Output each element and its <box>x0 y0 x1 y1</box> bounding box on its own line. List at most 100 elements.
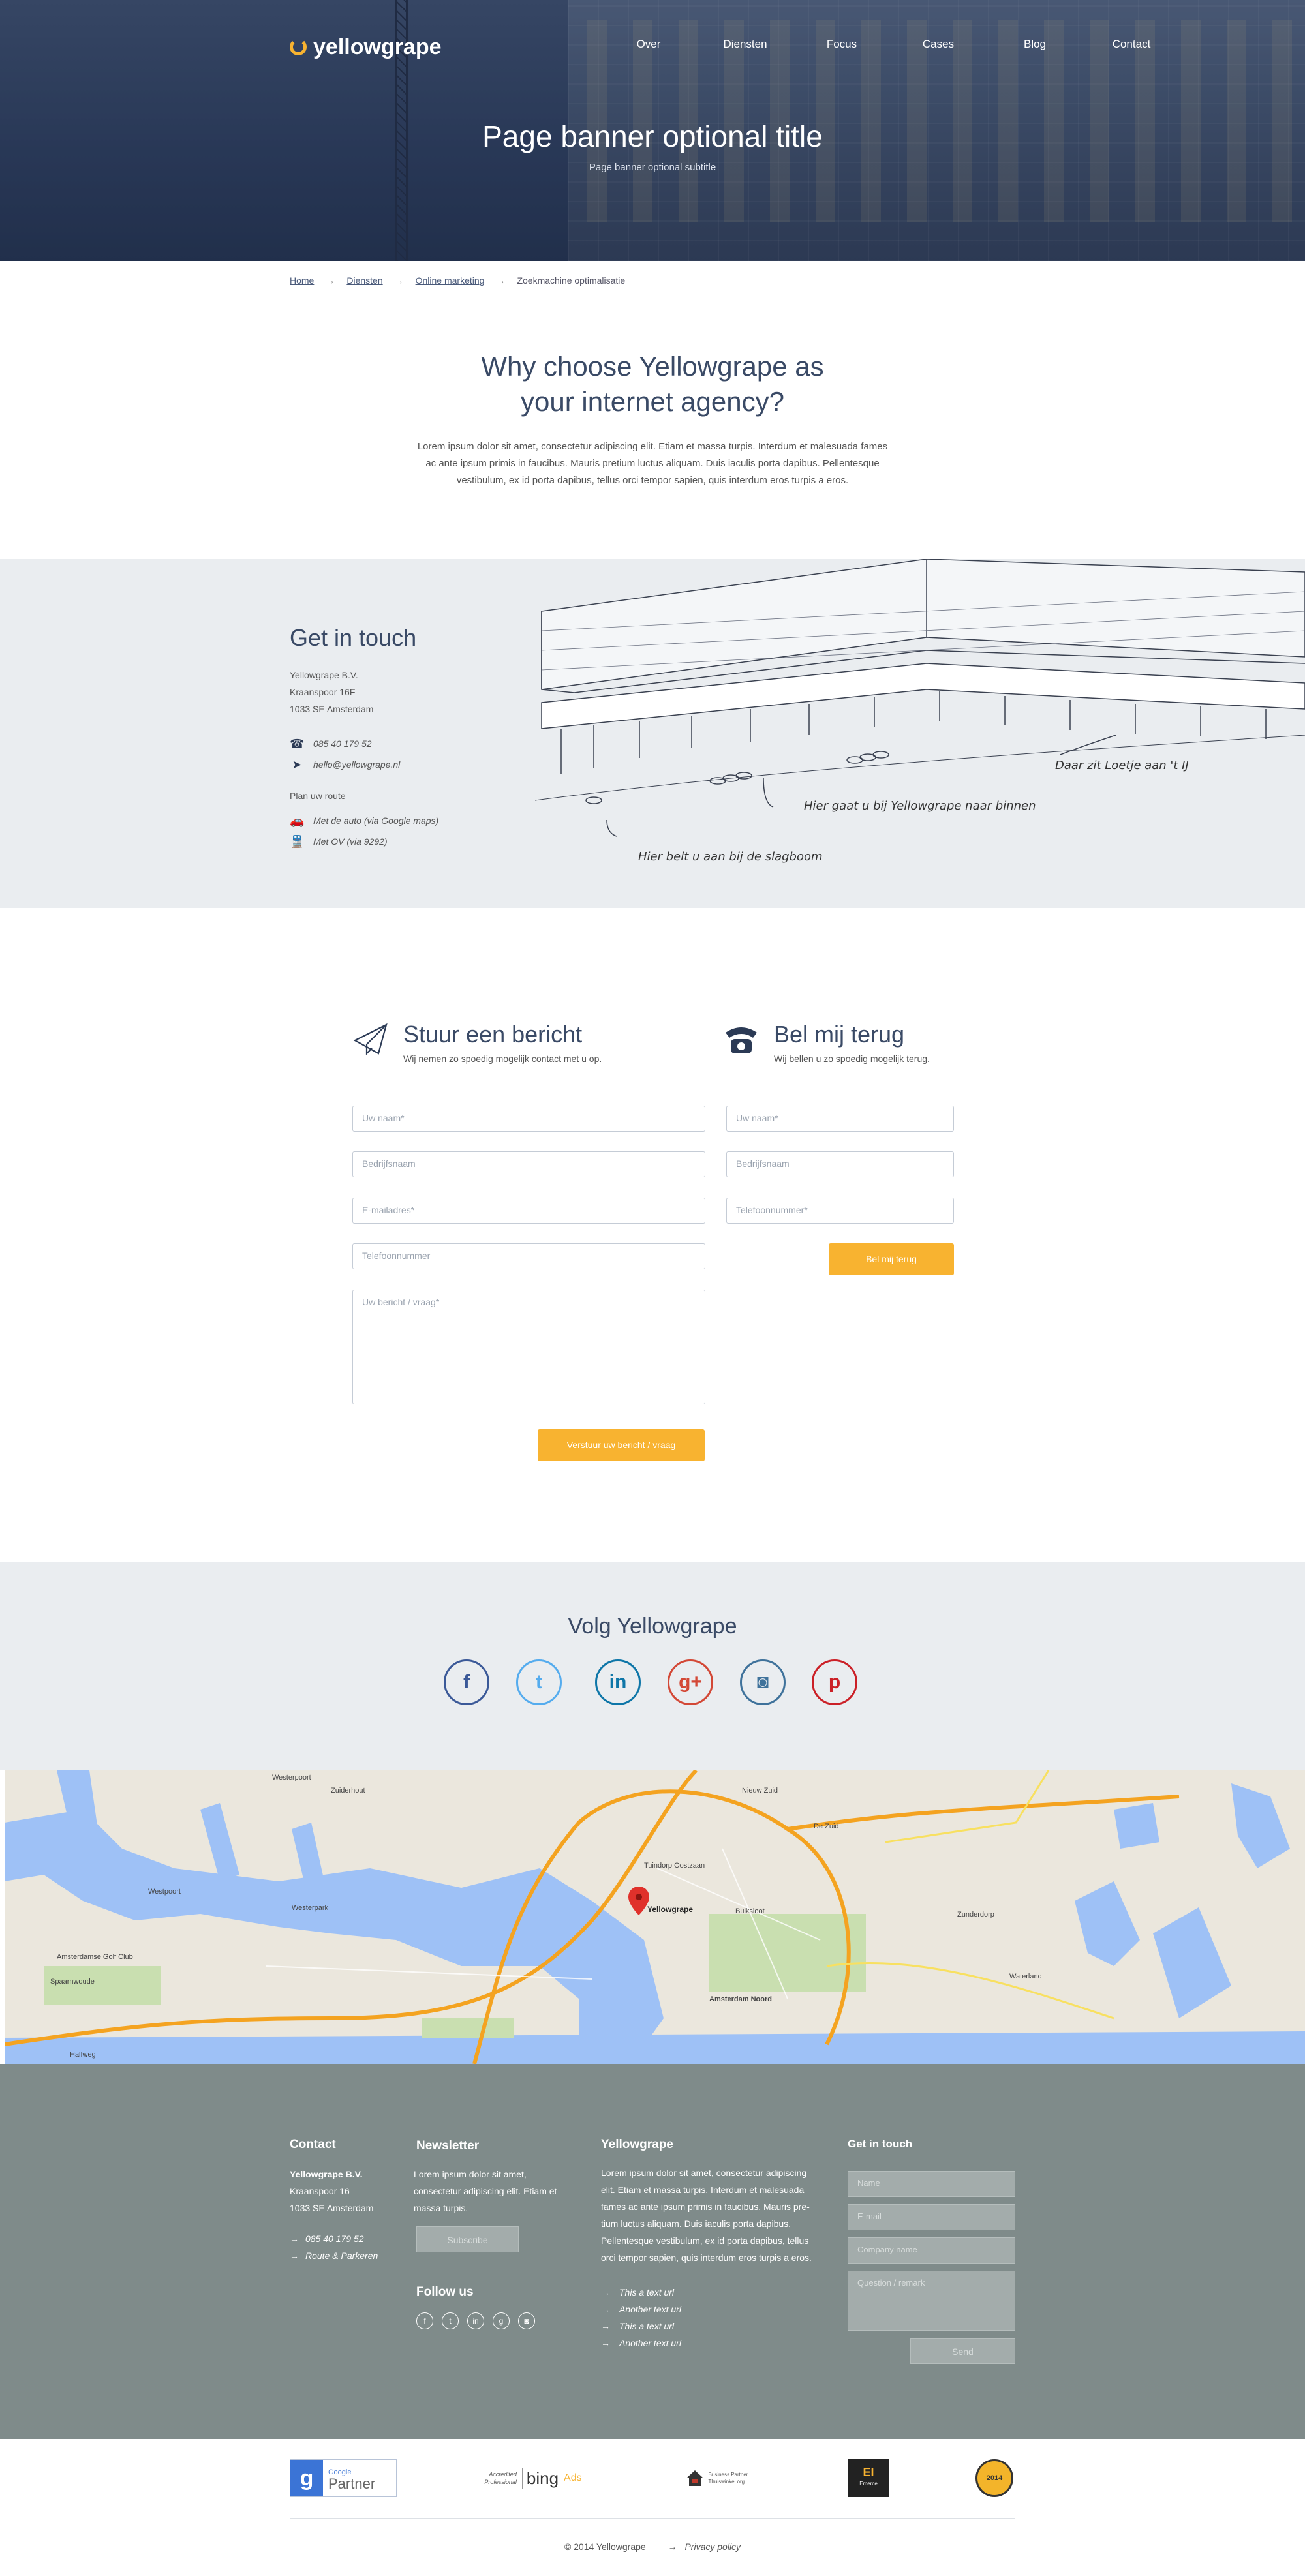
footer-link[interactable]: → This a text url <box>601 2284 681 2301</box>
nav-blog[interactable]: Blog <box>987 38 1083 51</box>
sketch-note-entrance: Hier gaat u bij Yellowgrape naar binnen <box>804 799 1036 813</box>
logo-mark-icon <box>290 38 307 55</box>
callback-company-input[interactable]: Bedrijfsnaam <box>726 1151 954 1177</box>
google-partner-badge[interactable]: g Google Partner <box>290 2459 397 2497</box>
callback-phone-input[interactable]: Telefoonnummer* <box>726 1198 954 1224</box>
googleplus-icon[interactable]: g <box>493 2312 510 2329</box>
footer-about-title: Yellowgrape <box>601 2138 673 2151</box>
footer-link[interactable]: → Another text url <box>601 2335 681 2352</box>
instagram-icon[interactable]: ◙ <box>740 1659 786 1705</box>
googleplus-icon[interactable]: g+ <box>668 1659 713 1705</box>
footer-question-textarea[interactable]: Question / remark <box>848 2271 1015 2331</box>
bing-ads-badge[interactable]: Accredited Professional bing Ads <box>474 2459 592 2497</box>
intro-title: Why choose Yellowgrape as your internet … <box>481 351 824 417</box>
message-name-input[interactable]: Uw naam* <box>352 1106 705 1132</box>
copyright-text: © 2014 Yellowgrape <box>564 2541 646 2552</box>
footer-address: Yellowgrape B.V. Kraanspoor 16 1033 SE A… <box>290 2169 374 2213</box>
breadcrumb-current: Zoekmachine optimalisatie <box>517 275 626 286</box>
location-map[interactable]: Yellowgrape Westerpoort Zuiderhout Nieuw… <box>5 1770 1305 2064</box>
arrow-right-icon: → <box>290 2250 299 2261</box>
email-row[interactable]: ➤ hello@yellowgrape.nl <box>290 759 400 770</box>
phone-row[interactable]: ☎ 085 40 179 52 <box>290 738 372 750</box>
breadcrumb-home[interactable]: Home <box>290 275 314 286</box>
arrow-right-icon: → <box>326 275 335 286</box>
linkedin-icon[interactable]: in <box>467 2312 484 2329</box>
message-phone-input[interactable]: Telefoonnummer <box>352 1243 705 1269</box>
send-message-button[interactable]: Verstuur uw bericht / vraag <box>538 1429 705 1461</box>
breadcrumb: Home → Diensten → Online marketing → Zoe… <box>290 275 625 286</box>
google-g-icon: g <box>290 2460 323 2496</box>
newsletter-text: Lorem ipsum dolor sit amet, consectetur … <box>414 2169 557 2213</box>
footer-phone-link[interactable]: → 085 40 179 52 <box>290 2234 364 2244</box>
footer-route-link[interactable]: → Route & Parkeren <box>290 2250 378 2261</box>
award-seal-badge[interactable]: 2014 <box>974 2459 1015 2497</box>
nav-focus[interactable]: Focus <box>793 38 890 51</box>
thuiswinkel-badge[interactable]: Business Partner Thuiswinkel.org <box>681 2459 752 2497</box>
footer-link[interactable]: → This a text url <box>601 2318 681 2335</box>
follow-section: Volg Yellowgrape f t in g+ ◙ p <box>0 1562 1305 1770</box>
arrow-right-icon: → <box>668 2541 677 2552</box>
privacy-policy-link[interactable]: Privacy policy <box>684 2541 741 2552</box>
breadcrumb-online-marketing[interactable]: Online marketing <box>416 275 485 286</box>
message-form-header: Stuur een bericht Wij nemen zo spoedig m… <box>352 1021 602 1064</box>
route-ov-link[interactable]: 🚆 Met OV (via 9292) <box>290 836 388 847</box>
footer-link[interactable]: → Another text url <box>601 2301 681 2318</box>
map-canvas <box>5 1770 1305 2064</box>
callback-form-subtitle: Wij bellen u zo spoedig mogelijk terug. <box>774 1053 930 1064</box>
sketch-note-gate: Hier belt u aan bij de slagboom <box>638 850 823 864</box>
breadcrumb-diensten[interactable]: Diensten <box>346 275 382 286</box>
bottom-divider <box>290 2518 1015 2519</box>
subscribe-button[interactable]: Subscribe <box>416 2226 519 2252</box>
message-email-input[interactable]: E-mailadres* <box>352 1198 705 1224</box>
emerce-badge[interactable]: EI Emerce <box>848 2459 889 2497</box>
route-car-link[interactable]: 🚗 Met de auto (via Google maps) <box>290 815 438 826</box>
footer-email-input[interactable]: E-mail <box>848 2204 1015 2230</box>
arrow-right-icon: → <box>601 2338 610 2348</box>
linkedin-icon[interactable]: in <box>595 1659 641 1705</box>
copyright-bar: © 2014 Yellowgrape → Privacy policy <box>0 2541 1305 2552</box>
paper-plane-icon: ➤ <box>292 758 302 771</box>
banner-subtitle: Page banner optional subtitle <box>589 162 716 173</box>
logo[interactable]: yellowgrape <box>290 34 442 60</box>
arrow-right-icon: → <box>601 2304 610 2314</box>
facebook-icon[interactable]: f <box>444 1659 489 1705</box>
banner-title: Page banner optional title <box>482 119 823 153</box>
newsletter-title: Newsletter <box>416 2139 480 2153</box>
address: Yellowgrape B.V. Kraanspoor 16F 1033 SE … <box>290 670 374 714</box>
telephone-icon <box>726 1027 757 1053</box>
intro-text: Lorem ipsum dolor sit amet, consectetur … <box>417 441 888 486</box>
nav-contact[interactable]: Contact <box>1083 38 1180 51</box>
train-icon: 🚆 <box>290 835 305 848</box>
arrow-right-icon: → <box>601 2287 610 2297</box>
get-in-touch-section: Get in touch Yellowgrape B.V. Kraanspoor… <box>0 559 1305 908</box>
route-title: Plan uw route <box>290 791 346 801</box>
footer-about-text: Lorem ipsum dolor sit amet, consectetur … <box>601 2168 812 2263</box>
get-in-touch-title: Get in touch <box>290 624 417 651</box>
follow-us-title: Follow us <box>416 2285 474 2299</box>
facebook-icon[interactable]: f <box>416 2312 433 2329</box>
twitter-icon[interactable]: t <box>516 1659 562 1705</box>
footer-touch-title: Get in touch <box>848 2138 913 2150</box>
nav-over[interactable]: Over <box>600 38 697 51</box>
instagram-icon[interactable]: ◙ <box>518 2312 535 2329</box>
message-form-subtitle: Wij nemen zo spoedig mogelijk contact me… <box>403 1053 602 1064</box>
car-icon: 🚗 <box>290 814 305 827</box>
footer-send-button[interactable]: Send <box>910 2338 1015 2364</box>
phone-icon: ☎ <box>290 737 305 750</box>
nav-diensten[interactable]: Diensten <box>697 38 793 51</box>
callback-form-title: Bel mij terug <box>774 1021 905 1048</box>
map-marker-label: Yellowgrape <box>647 1905 694 1914</box>
arrow-right-icon: → <box>601 2321 610 2331</box>
twitter-icon[interactable]: t <box>442 2312 459 2329</box>
footer-name-input[interactable]: Name <box>848 2171 1015 2197</box>
pinterest-icon[interactable]: p <box>812 1659 857 1705</box>
nav-cases[interactable]: Cases <box>890 38 987 51</box>
footer-company-input[interactable]: Company name <box>848 2237 1015 2264</box>
callback-button[interactable]: Bel mij terug <box>829 1243 954 1275</box>
message-textarea[interactable]: Uw bericht / vraag* <box>352 1290 705 1404</box>
message-company-input[interactable]: Bedrijfsnaam <box>352 1151 705 1177</box>
arrow-right-icon: → <box>394 275 404 286</box>
callback-name-input[interactable]: Uw naam* <box>726 1106 954 1132</box>
house-icon <box>686 2470 703 2486</box>
footer-links: → This a text url → Another text url → This… <box>601 2284 681 2352</box>
